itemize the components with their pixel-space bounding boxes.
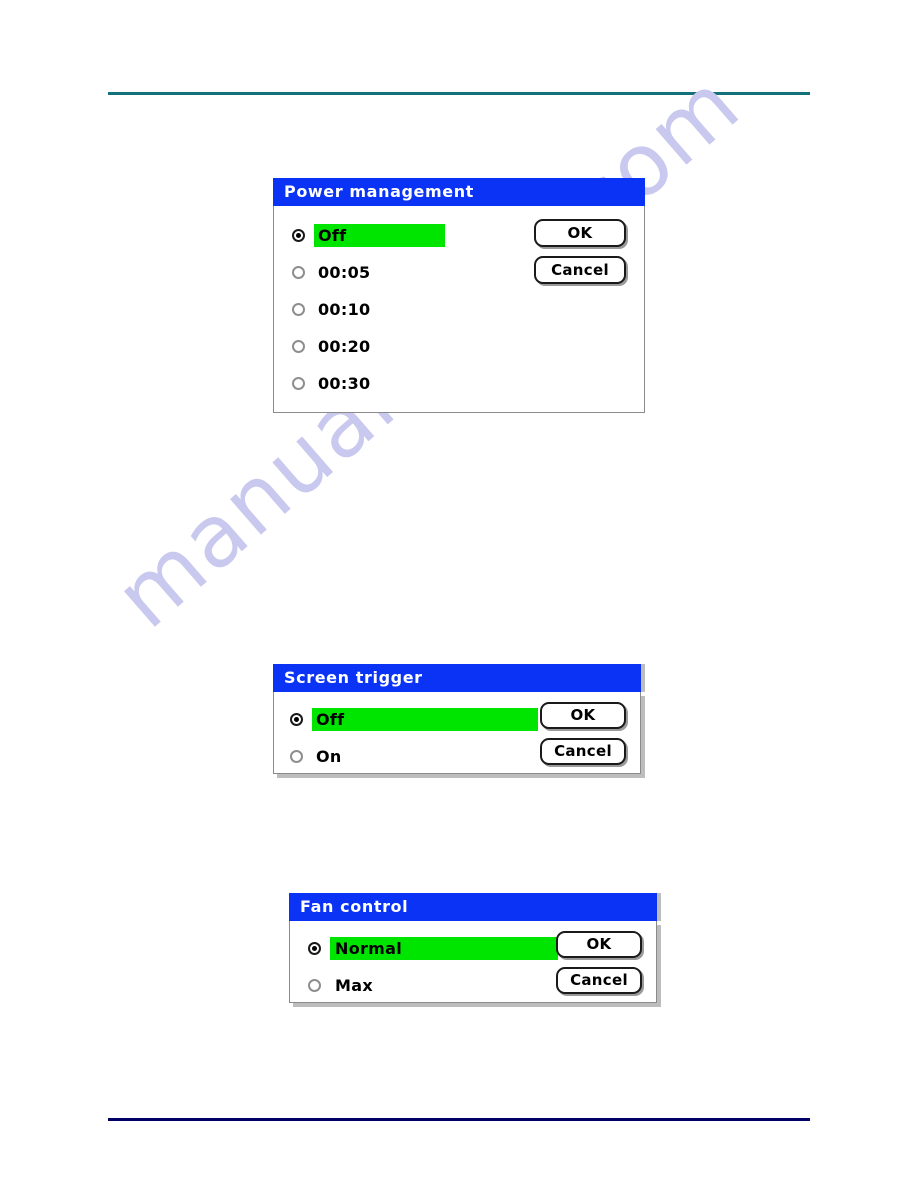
radio-icon-fan-max[interactable]: [308, 979, 321, 992]
option-label-screen-on: On: [316, 747, 342, 766]
radio-icon-00-20[interactable]: [292, 340, 305, 353]
dialog-title-fan-control: Fan control: [289, 893, 657, 921]
option-label-00-05: 00:05: [318, 263, 371, 282]
dialog-body-screen-trigger: Off On OK Cancel: [273, 692, 641, 774]
dialog-body-fan-control: Normal Max OK Cancel: [289, 921, 657, 1003]
ok-button-screen-trigger[interactable]: OK: [540, 702, 626, 729]
dialog-title-power-management: Power management: [273, 178, 645, 206]
option-label-00-10: 00:10: [318, 300, 371, 319]
dialog-screen-trigger: Screen trigger Off On OK Cancel: [273, 664, 641, 774]
cancel-button-screen-trigger[interactable]: Cancel: [540, 738, 626, 765]
ok-button-fan-control[interactable]: OK: [556, 931, 642, 958]
option-label-screen-off: Off: [312, 708, 538, 731]
radio-icon-off[interactable]: [292, 229, 305, 242]
option-label-fan-normal: Normal: [330, 937, 558, 960]
option-row-00-30[interactable]: 00:30: [274, 365, 644, 402]
option-label-00-20: 00:20: [318, 337, 371, 356]
radio-icon-00-30[interactable]: [292, 377, 305, 390]
option-label-fan-max: Max: [335, 976, 373, 995]
cancel-button-fan-control[interactable]: Cancel: [556, 967, 642, 994]
page-header-rule: [108, 92, 810, 95]
dialog-buttons-power-management: OK Cancel: [534, 219, 626, 293]
dialog-buttons-fan-control: OK Cancel: [556, 931, 642, 1003]
radio-icon-screen-off[interactable]: [290, 713, 303, 726]
option-row-00-10[interactable]: 00:10: [274, 291, 644, 328]
dialog-buttons-screen-trigger: OK Cancel: [540, 702, 626, 774]
option-label-00-30: 00:30: [318, 374, 371, 393]
dialog-body-power-management: Off 00:05 00:10 00:20 00:30 OK Cancel: [273, 206, 645, 413]
page-footer-rule: [108, 1118, 810, 1121]
radio-icon-00-10[interactable]: [292, 303, 305, 316]
radio-icon-fan-normal[interactable]: [308, 942, 321, 955]
dialog-fan-control: Fan control Normal Max OK Cancel: [289, 893, 657, 1003]
dialog-power-management: Power management Off 00:05 00:10 00:20 0…: [273, 178, 645, 413]
ok-button-power-management[interactable]: OK: [534, 219, 626, 247]
radio-icon-screen-on[interactable]: [290, 750, 303, 763]
option-row-00-20[interactable]: 00:20: [274, 328, 644, 365]
option-label-off: Off: [314, 224, 445, 247]
radio-icon-00-05[interactable]: [292, 266, 305, 279]
dialog-title-screen-trigger: Screen trigger: [273, 664, 641, 692]
cancel-button-power-management[interactable]: Cancel: [534, 256, 626, 284]
